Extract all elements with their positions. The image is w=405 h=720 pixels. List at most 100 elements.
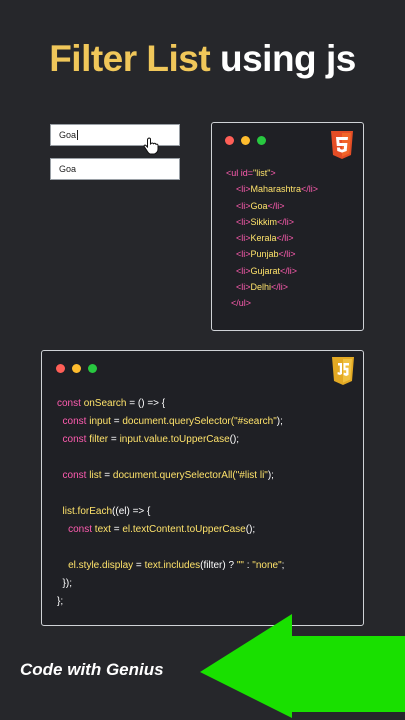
code-token: Gujarat <box>250 265 281 276</box>
code-token: <ul <box>226 168 241 178</box>
code-token: (filter) ? <box>200 560 237 571</box>
code-token: > <box>270 168 276 178</box>
code-line: <li>Punjab</li> <box>226 246 318 262</box>
code-line: el.style.display = text.includes(filter)… <box>57 557 284 575</box>
code-line: <li>Goa</li> <box>226 198 318 214</box>
code-token: </li> <box>278 249 296 260</box>
code-line: const input = document.querySelector("#s… <box>57 413 284 431</box>
code-token: const <box>57 434 90 445</box>
code-token: "#list li" <box>235 470 268 481</box>
code-token: <li> <box>226 216 251 227</box>
html5-icon <box>331 131 353 159</box>
code-token: <li> <box>226 200 251 211</box>
list-item: Goa <box>50 158 180 180</box>
code-token: onSearch <box>83 398 127 409</box>
search-input-value: Goa <box>59 130 77 140</box>
result-item-label: Goa <box>59 164 77 174</box>
html-code-window: <ul id="list"> <li>Maharashtra</li> <li>… <box>211 122 364 331</box>
code-token: "none" <box>252 560 282 571</box>
code-token: <li> <box>226 265 251 276</box>
code-token: (); <box>229 434 240 445</box>
code-token: el.style.display <box>57 560 134 571</box>
code-line: const onSearch = () => { <box>57 395 284 413</box>
code-token: Goa <box>250 200 268 211</box>
code-token: </li> <box>267 200 285 211</box>
code-token: <li> <box>226 249 251 260</box>
code-token: = <box>108 434 120 445</box>
code-token: = <box>110 416 123 427</box>
js-icon <box>332 357 354 385</box>
code-token: "" <box>236 560 244 571</box>
code-token: document.querySelector( <box>122 416 235 427</box>
code-line: const text = el.textContent.toUpperCase(… <box>57 521 284 539</box>
code-token: "#search" <box>234 416 277 427</box>
code-token: (); <box>245 524 256 535</box>
code-token: <li> <box>226 233 251 244</box>
code-token: const <box>57 398 84 409</box>
html-code-block: <ul id="list"> <li>Maharashtra</li> <li>… <box>226 165 318 312</box>
code-token: </ul> <box>226 298 252 309</box>
search-input[interactable]: Goa <box>50 124 180 146</box>
title-rest: using js <box>210 38 356 79</box>
code-line: <li>Kerala</li> <box>226 230 318 246</box>
code-token: <li> <box>226 184 251 195</box>
code-line: </ul> <box>226 295 318 311</box>
code-token: "list" <box>253 168 271 178</box>
code-token: Delhi <box>250 282 272 293</box>
maximize-dot <box>257 136 266 145</box>
code-line: const list = document.querySelectorAll("… <box>57 467 284 485</box>
js-code-window: const onSearch = () => { const input = d… <box>41 350 364 626</box>
code-line: <li>Gujarat</li> <box>226 263 318 279</box>
code-token: Punjab <box>250 249 279 260</box>
code-token: Sikkim <box>250 216 278 227</box>
code-token: ); <box>267 470 274 481</box>
js-code-block: const onSearch = () => { const input = d… <box>57 395 284 611</box>
window-controls <box>56 364 97 373</box>
code-token: = <box>101 470 113 481</box>
code-line: <li>Sikkim</li> <box>226 214 318 230</box>
window-controls <box>225 136 266 145</box>
code-line: }; <box>57 593 284 611</box>
code-line: const filter = input.value.toUpperCase()… <box>57 431 284 449</box>
code-token: = () => { <box>126 398 166 409</box>
code-token: input.value.toUpperCase <box>119 434 230 445</box>
close-dot <box>225 136 234 145</box>
code-token: </li> <box>301 184 319 195</box>
code-token: </li> <box>280 265 298 276</box>
code-token: document.querySelectorAll( <box>112 470 236 481</box>
code-token: el.textContent.toUpperCase <box>122 524 246 535</box>
code-token: ; <box>281 560 285 571</box>
code-token: </li> <box>276 233 294 244</box>
code-line: <li>Maharashtra</li> <box>226 181 318 197</box>
code-token: <li> <box>226 282 251 293</box>
code-token: }); <box>57 578 73 589</box>
code-token: Maharashtra <box>250 184 302 195</box>
code-line: }); <box>57 575 284 593</box>
code-token: const <box>57 524 95 535</box>
code-token: id= <box>240 168 254 178</box>
code-token: = <box>110 524 123 535</box>
page-title: Filter List using js <box>0 38 405 80</box>
code-token: Kerala <box>250 233 277 244</box>
code-line: <li>Delhi</li> <box>226 279 318 295</box>
code-token: const <box>57 416 90 427</box>
code-token: list.forEach <box>57 506 113 517</box>
code-token: input <box>89 416 111 427</box>
code-token: const <box>57 470 90 481</box>
minimize-dot <box>241 136 250 145</box>
code-token: text.includes <box>144 560 201 571</box>
code-token: list <box>89 470 102 481</box>
arrow-left-icon <box>200 614 405 718</box>
hand-cursor-icon <box>143 137 159 155</box>
minimize-dot <box>72 364 81 373</box>
code-token: </li> <box>271 282 289 293</box>
title-highlight: Filter List <box>49 38 211 79</box>
code-line: list.forEach((el) => { <box>57 503 284 521</box>
code-token: }; <box>57 596 64 607</box>
code-token: ); <box>276 416 283 427</box>
code-token: ((el) => { <box>112 506 151 517</box>
brand-label: Code with Genius <box>20 660 164 679</box>
